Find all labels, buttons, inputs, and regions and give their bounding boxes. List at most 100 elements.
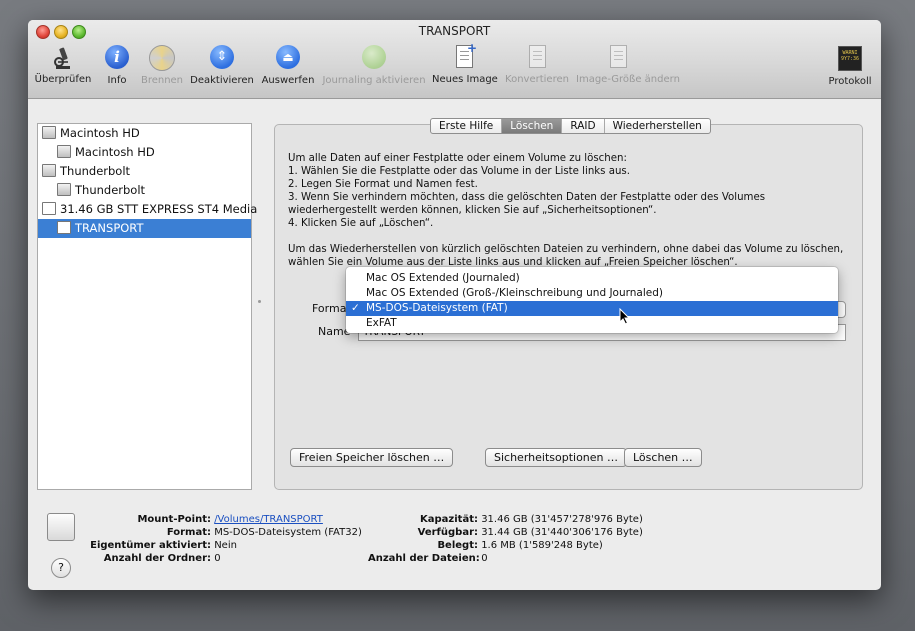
sidebar-item-thunderbolt-volume[interactable]: Thunderbolt [38, 181, 251, 200]
volume-disk-icon [47, 513, 75, 541]
sidebar-item-label: Thunderbolt [60, 164, 131, 178]
journaling-label: Journaling aktivieren [322, 75, 426, 86]
info-format: Format: MS-DOS-Dateisystem (FAT32) [88, 527, 362, 538]
info-folders-label: Anzahl der Ordner: [103, 553, 211, 564]
info-files-value: 0 [481, 553, 488, 564]
checkmark-icon: ✓ [351, 302, 360, 314]
instructions-step-3-cont: wiederhergestellt werden können, klicken… [288, 205, 657, 216]
media-disk-icon [42, 202, 56, 215]
info-used: Belegt: 1.6 MB (1'589'248 Byte) [368, 540, 603, 551]
tab-raid[interactable]: RAID [562, 119, 605, 133]
volume-list[interactable]: Macintosh HD Macintosh HD Thunderbolt Th… [37, 123, 257, 490]
verify-button[interactable]: Überprüfen [32, 44, 94, 92]
info-label: Info [107, 75, 127, 86]
info-files-label: Anzahl der Dateien: [368, 553, 480, 564]
new-image-label: Neues Image [432, 74, 498, 85]
info-capacity-value: 31.46 GB (31'457'278'976 Byte) [481, 514, 643, 525]
log-icon: WARNI 9Y7:36 [837, 46, 863, 72]
instructions-step-4: 4. Klicken Sie auf „Löschen“. [288, 218, 434, 229]
info-capacity: Kapazität: 31.46 GB (31'457'278'976 Byte… [368, 514, 643, 525]
verify-label: Überprüfen [34, 74, 92, 85]
sidebar-item-thunderbolt-disk[interactable]: Thunderbolt [38, 162, 251, 181]
tab-first-aid[interactable]: Erste Hilfe [431, 119, 503, 133]
info-files: Anzahl der Dateien: 0 [368, 553, 488, 564]
sidebar-item-stt-express-media[interactable]: 31.46 GB STT EXPRESS ST4 Media [38, 200, 257, 219]
tab-erase[interactable]: Löschen [502, 119, 563, 133]
info-icon: i [104, 45, 130, 71]
erase-free-space-button[interactable]: Freien Speicher löschen … [290, 448, 454, 467]
burn-label: Brennen [140, 75, 184, 86]
info-available-value: 31.44 GB (31'440'306'176 Byte) [481, 527, 643, 538]
format-option-mac-journaled[interactable]: Mac OS Extended (Journaled) [346, 271, 838, 286]
instructions-step-2: 2. Legen Sie Format und Namen fest. [288, 179, 478, 190]
info-button[interactable]: i Info [102, 44, 132, 92]
info-used-value: 1.6 MB (1'589'248 Byte) [481, 540, 603, 551]
unmount-label: Deaktivieren [190, 75, 254, 86]
log-icon-text-2: 9Y7:36 [840, 56, 860, 62]
format-option-ms-dos-fat[interactable]: ✓ MS-DOS-Dateisystem (FAT) [346, 301, 838, 316]
hard-disk-icon [57, 145, 71, 158]
security-options-button[interactable]: Sicherheitsoptionen … [485, 448, 628, 467]
info-mount-point-label: Mount-Point: [137, 514, 211, 525]
info-used-label: Belegt: [437, 540, 478, 551]
hard-disk-icon [42, 164, 56, 177]
unmount-icon: ⇕ [209, 45, 235, 71]
sidebar-item-label: Macintosh HD [75, 145, 155, 159]
format-label: Format [312, 302, 351, 315]
title-toolbar: TRANSPORT Überprüfen i Info Brennen ⇕ De… [28, 20, 881, 99]
info-available-label: Verfügbar: [417, 527, 478, 538]
resize-image-label: Image-Größe ändern [576, 74, 680, 85]
sidebar-item-transport[interactable]: TRANSPORT [38, 219, 251, 238]
info-folders-value: 0 [214, 553, 221, 564]
sidebar-item-label: TRANSPORT [75, 221, 144, 235]
info-capacity-label: Kapazität: [420, 514, 478, 525]
free-space-hint-1: Um das Wiederherstellen von kürzlich gel… [288, 244, 844, 255]
info-mount-point: Mount-Point: /Volumes/TRANSPORT [88, 514, 323, 525]
sidebar-item-label: 31.46 GB STT EXPRESS ST4 Media [60, 202, 258, 216]
journaling-button[interactable]: Journaling aktivieren [322, 44, 426, 92]
tab-restore[interactable]: Wiederherstellen [605, 119, 710, 133]
hard-disk-icon [57, 183, 71, 196]
new-image-button[interactable]: + Neues Image [432, 41, 498, 92]
sidebar-item-macintosh-hd-volume[interactable]: Macintosh HD [38, 143, 251, 162]
burn-icon [149, 45, 175, 71]
sidebar-item-label: Thunderbolt [75, 183, 146, 197]
info-format-value: MS-DOS-Dateisystem (FAT32) [214, 527, 362, 538]
info-owners-value: Nein [214, 540, 237, 551]
format-menu: Mac OS Extended (Journaled) Mac OS Exten… [346, 267, 838, 333]
hard-disk-icon [42, 126, 56, 139]
eject-button[interactable]: ⏏ Auswerfen [260, 44, 316, 92]
split-view-handle[interactable] [258, 300, 261, 303]
help-button[interactable]: ? [51, 558, 71, 578]
log-button[interactable]: WARNI 9Y7:36 Protokoll [824, 44, 876, 92]
info-format-label: Format: [166, 527, 211, 538]
log-label: Protokoll [828, 76, 872, 87]
sidebar-item-label: Macintosh HD [60, 126, 140, 140]
format-option-exfat[interactable]: ExFAT [346, 316, 838, 331]
convert-button[interactable]: Konvertieren [502, 44, 572, 92]
sidebar-item-macintosh-hd-disk[interactable]: Macintosh HD [38, 124, 251, 143]
info-owners-label: Eigentümer aktiviert: [90, 540, 211, 551]
format-option-mac-case-sensitive[interactable]: Mac OS Extended (Groß-/Kleinschreibung u… [346, 286, 838, 301]
instructions-step-3: 3. Wenn Sie verhindern möchten, dass die… [288, 192, 766, 203]
tab-bar: Erste Hilfe Löschen RAID Wiederherstelle… [430, 118, 711, 134]
convert-icon [524, 44, 550, 70]
resize-image-button[interactable]: Image-Größe ändern [576, 44, 680, 92]
volume-icon [57, 221, 71, 234]
unmount-button[interactable]: ⇕ Deaktivieren [190, 44, 254, 92]
info-folders: Anzahl der Ordner: 0 [88, 553, 221, 564]
mount-point-link[interactable]: /Volumes/TRANSPORT [214, 514, 323, 525]
info-available: Verfügbar: 31.44 GB (31'440'306'176 Byte… [368, 527, 643, 538]
burn-button[interactable]: Brennen [140, 44, 184, 92]
disk-utility-window: TRANSPORT Überprüfen i Info Brennen ⇕ De… [28, 20, 881, 590]
new-image-icon: + [451, 41, 477, 70]
erase-button[interactable]: Löschen … [624, 448, 702, 467]
eject-label: Auswerfen [261, 75, 315, 86]
resize-image-icon [605, 44, 631, 70]
convert-label: Konvertieren [505, 74, 569, 85]
instructions-intro: Um alle Daten auf einer Festplatte oder … [288, 153, 627, 164]
microscope-icon [50, 44, 76, 70]
info-owners: Eigentümer aktiviert: Nein [88, 540, 237, 551]
eject-icon: ⏏ [275, 45, 301, 71]
mouse-pointer-icon [619, 308, 631, 325]
